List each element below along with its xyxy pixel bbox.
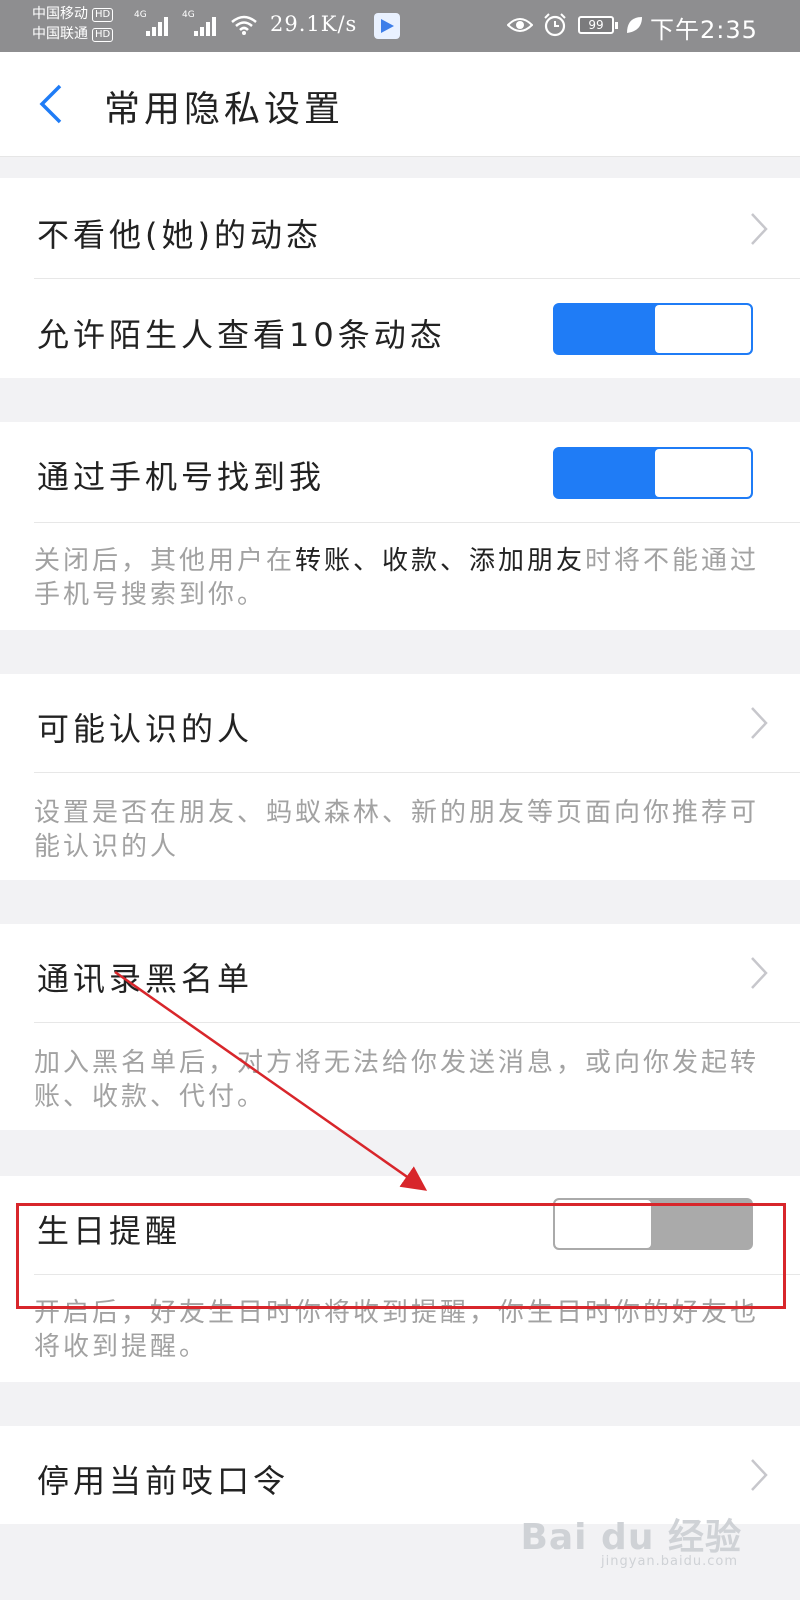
divider [34, 522, 800, 523]
nav-bar: 常用隐私设置 [0, 52, 800, 157]
row-label: 通讯录黑名单 [37, 960, 254, 998]
divider [34, 1022, 800, 1023]
page-title: 常用隐私设置 [104, 89, 345, 130]
status-bar: 中国移动 HD 中国联通 HD 4G 4G 29.1K/s 99 下午2:35 [0, 0, 800, 52]
toggle-knob [655, 305, 751, 353]
find-by-phone-description: 关闭后，其他用户在转账、收款、添加朋友时将不能通过手机号搜索到你。 [34, 546, 760, 610]
divider [34, 772, 800, 773]
row-hide-moments[interactable]: 不看他(她)的动态 [0, 178, 800, 278]
wifi-icon [231, 15, 257, 35]
hd-badge: HD [92, 28, 114, 42]
blacklist-description: 加入黑名单后，对方将无法给你发送消息，或向你发起转账、收款、代付。 [34, 1048, 760, 1112]
chevron-right-icon [751, 707, 768, 739]
stranger-view-toggle[interactable] [553, 303, 753, 355]
settings-group-blacklist: 通讯录黑名单 加入黑名单后，对方将无法给你发送消息，或向你发起转账、收款、代付。 [0, 924, 800, 1130]
carrier-info: 中国移动 HD 中国联通 HD [32, 4, 114, 44]
row-label: 可能认识的人 [37, 710, 254, 748]
watermark-logo: Bai du 经验 [520, 1517, 742, 1558]
network-speed: 29.1K/s [270, 12, 358, 36]
hd-badge: HD [92, 8, 114, 22]
eye-icon [507, 18, 533, 32]
carrier-2: 中国联通 [32, 26, 88, 42]
highlighted-text: 转账、收款、添加朋友 [295, 546, 586, 576]
find-by-phone-toggle[interactable] [553, 447, 753, 499]
leaf-icon [627, 17, 642, 33]
clock: 下午2:35 [650, 16, 758, 44]
chevron-right-icon [751, 213, 768, 245]
watermark-url: jingyan.baidu.com [601, 1554, 738, 1569]
chevron-right-icon [751, 1459, 768, 1491]
chevron-right-icon [751, 957, 768, 989]
highlight-box [16, 1203, 786, 1309]
row-label: 通过手机号找到我 [37, 458, 326, 496]
row-label: 停用当前吱口令 [37, 1462, 290, 1500]
app-notification-icon [374, 13, 400, 39]
row-find-by-phone: 通过手机号找到我 [0, 422, 800, 522]
settings-group-people: 可能认识的人 设置是否在朋友、蚂蚁森林、新的朋友等页面向你推荐可能认识的人 [0, 674, 800, 880]
row-stranger-view: 允许陌生人查看10条动态 [0, 278, 800, 378]
battery-icon: 99 [578, 16, 618, 34]
toggle-knob [655, 449, 751, 497]
people-may-know-description: 设置是否在朋友、蚂蚁森林、新的朋友等页面向你推荐可能认识的人 [34, 798, 760, 862]
alarm-icon [544, 13, 566, 37]
row-contacts-blacklist[interactable]: 通讯录黑名单 [0, 924, 800, 1022]
row-label: 允许陌生人查看10条动态 [37, 316, 446, 354]
chevron-left-icon[interactable] [34, 82, 66, 126]
carrier-1: 中国移动 [32, 6, 88, 22]
row-label: 不看他(她)的动态 [37, 216, 322, 254]
settings-group-phone: 通过手机号找到我 关闭后，其他用户在转账、收款、添加朋友时将不能通过手机号搜索到… [0, 422, 800, 630]
settings-group-moments: 不看他(她)的动态 允许陌生人查看10条动态 [0, 178, 800, 378]
row-people-may-know[interactable]: 可能认识的人 [0, 674, 800, 772]
